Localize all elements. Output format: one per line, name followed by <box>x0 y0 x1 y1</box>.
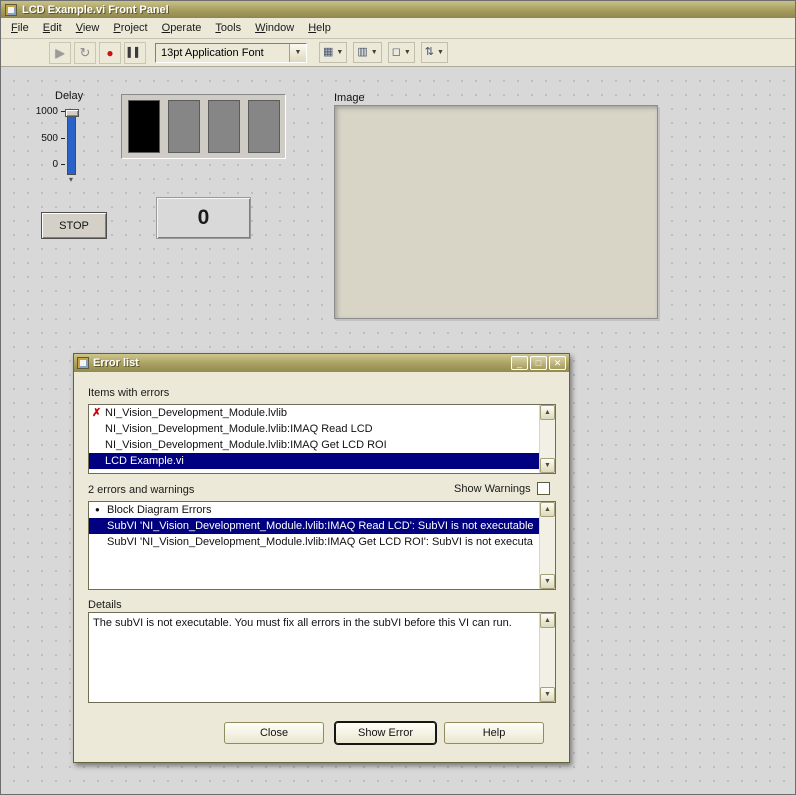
resize-objects-icon: ◻ <box>391 46 401 58</box>
close-button[interactable]: Close <box>224 722 324 744</box>
error-category-row[interactable]: ● Block Diagram Errors <box>89 502 555 518</box>
stop-button[interactable]: STOP <box>41 212 107 239</box>
run-continuously-button[interactable]: ↻ <box>74 41 96 64</box>
menu-edit[interactable]: Edit <box>36 19 69 37</box>
details-text-box[interactable]: The subVI is not executable. You must fi… <box>88 612 556 703</box>
menu-project[interactable]: Project <box>106 19 154 37</box>
delay-slider-thumb[interactable] <box>65 109 79 117</box>
delay-tick-labels: 1000 500 0 <box>29 106 65 170</box>
chevron-down-icon: ▼ <box>370 49 378 56</box>
minimize-icon[interactable]: _ <box>511 356 528 370</box>
font-selector-value: 13pt Application Font <box>161 46 264 59</box>
menu-operate[interactable]: Operate <box>155 19 209 37</box>
menu-file[interactable]: File <box>4 19 36 37</box>
show-warnings-control: Show Warnings <box>454 482 550 495</box>
chevron-down-icon: ▼ <box>436 49 444 56</box>
error-item-row-selected[interactable]: LCD Example.vi <box>89 453 555 469</box>
dialog-titlebar[interactable]: Error list _ □ ✕ <box>74 354 569 372</box>
tick-1000: 1000 <box>35 106 58 117</box>
run-button[interactable]: ▶ <box>49 41 71 64</box>
show-warnings-label: Show Warnings <box>454 482 531 495</box>
numeric-indicator: 0 <box>156 197 251 239</box>
pause-icon: ▌▌ <box>127 47 143 57</box>
align-objects-icon: ▦ <box>323 46 334 58</box>
errors-count-label: 2 errors and warnings <box>88 484 195 496</box>
image-label: Image <box>334 92 365 104</box>
menu-bar: File Edit View Project Operate Tools Win… <box>1 18 795 39</box>
scroll-down-icon[interactable]: ▼ <box>540 687 555 702</box>
image-display <box>334 105 658 319</box>
delay-slider-track[interactable] <box>65 109 79 175</box>
abort-button[interactable]: ● <box>99 41 121 64</box>
delay-slider-control: Delay 1000 500 0 ▾ <box>29 90 89 184</box>
resize-objects-dropdown[interactable]: ◻ ▼ <box>387 42 415 63</box>
details-label: Details <box>88 599 122 611</box>
menu-tools[interactable]: Tools <box>208 19 248 37</box>
lcd-display-indicator <box>121 94 286 159</box>
error-description-list[interactable]: ● Block Diagram Errors SubVI 'NI_Vision_… <box>88 501 556 590</box>
help-button[interactable]: Help <box>444 722 544 744</box>
abort-icon: ● <box>106 45 114 60</box>
menu-view[interactable]: View <box>69 19 107 37</box>
distribute-objects-dropdown[interactable]: ▥ ▼ <box>353 42 382 63</box>
distribute-objects-icon: ▥ <box>357 46 368 58</box>
lcd-segment-1 <box>127 100 160 153</box>
tick-500: 500 <box>41 132 58 144</box>
lcd-segment-2 <box>167 100 200 153</box>
error-item-row[interactable]: NI_Vision_Development_Module.lvlib:IMAQ … <box>89 437 555 453</box>
error-list-dialog: Error list _ □ ✕ Items with errors ✗ NI_… <box>73 353 570 763</box>
window-titlebar[interactable]: LCD Example.vi Front Panel <box>1 1 795 18</box>
error-detail-row-selected[interactable]: SubVI 'NI_Vision_Development_Module.lvli… <box>89 518 555 534</box>
items-with-errors-label: Items with errors <box>88 387 170 399</box>
chevron-down-icon[interactable]: ▼ <box>289 43 306 62</box>
numeric-value: 0 <box>197 206 210 229</box>
dialog-title: Error list <box>93 357 139 369</box>
font-selector[interactable]: 13pt Application Font ▼ <box>155 42 307 63</box>
scroll-up-icon[interactable]: ▲ <box>540 405 555 420</box>
items-with-errors-list[interactable]: ✗ NI_Vision_Development_Module.lvlib NI_… <box>88 404 556 474</box>
lcd-segment-3 <box>207 100 240 153</box>
pause-button[interactable]: ▌▌ <box>124 41 146 64</box>
scroll-up-icon[interactable]: ▲ <box>540 502 555 517</box>
scrollbar[interactable]: ▲ ▼ <box>539 613 555 702</box>
error-item-row[interactable]: ✗ NI_Vision_Development_Module.lvlib <box>89 405 555 421</box>
dialog-icon <box>77 357 89 369</box>
scroll-down-icon[interactable]: ▼ <box>540 574 555 589</box>
menu-help[interactable]: Help <box>301 19 338 37</box>
scrollbar[interactable]: ▲ ▼ <box>539 405 555 473</box>
labview-app-icon <box>5 3 17 16</box>
menu-window[interactable]: Window <box>248 19 301 37</box>
scroll-down-icon[interactable]: ▼ <box>540 458 555 473</box>
chevron-down-icon: ▼ <box>403 49 411 56</box>
scroll-up-icon[interactable]: ▲ <box>540 613 555 628</box>
error-item-row[interactable]: NI_Vision_Development_Module.lvlib:IMAQ … <box>89 421 555 437</box>
window-title: LCD Example.vi Front Panel <box>22 3 169 16</box>
toolbar: ▶ ↻ ● ▌▌ 13pt Application Font ▼ ▦ ▼ ▥ ▼… <box>1 39 795 67</box>
show-error-button[interactable]: Show Error <box>335 722 436 744</box>
chevron-down-icon: ▼ <box>336 49 344 56</box>
tick-0: 0 <box>52 159 58 170</box>
show-warnings-checkbox[interactable] <box>536 482 550 495</box>
delay-label: Delay <box>55 90 84 102</box>
error-detail-row[interactable]: SubVI 'NI_Vision_Development_Module.lvli… <box>89 534 555 550</box>
reorder-dropdown[interactable]: ⇅ ▼ <box>420 42 448 63</box>
run-arrow-icon: ▶ <box>55 45 65 60</box>
scrollbar[interactable]: ▲ ▼ <box>539 502 555 589</box>
run-continuously-icon: ↻ <box>79 45 91 60</box>
details-text: The subVI is not executable. You must fi… <box>93 617 512 629</box>
align-objects-dropdown[interactable]: ▦ ▼ <box>319 42 348 63</box>
maximize-icon[interactable]: □ <box>530 356 547 370</box>
reorder-icon: ⇅ <box>424 46 434 58</box>
slider-increment-icon[interactable]: ▾ <box>69 176 89 184</box>
error-x-icon: ✗ <box>92 407 102 419</box>
lcd-segment-4 <box>247 100 280 153</box>
labview-main-window: LCD Example.vi Front Panel File Edit Vie… <box>0 0 796 795</box>
close-icon[interactable]: ✕ <box>549 356 566 370</box>
bullet-icon: ● <box>95 505 100 514</box>
